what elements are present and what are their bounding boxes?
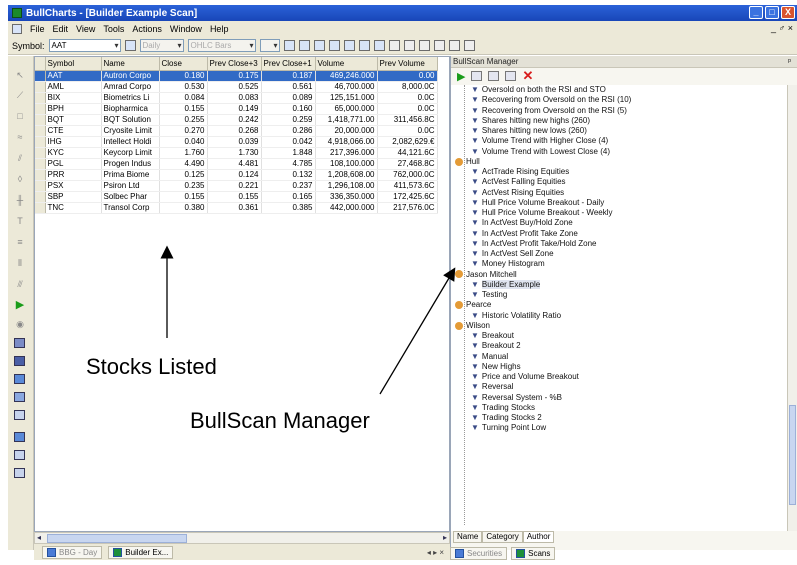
bullcharts-screenshot: BullCharts - [Builder Example Scan] _ □ …	[0, 0, 797, 565]
bullscan-manager-annotation: BullScan Manager	[190, 408, 370, 433]
stocks-listed-annotation: Stocks Listed	[86, 354, 217, 379]
bullscan-manager-arrow	[379, 267, 456, 395]
annotation-arrows	[160, 245, 456, 395]
